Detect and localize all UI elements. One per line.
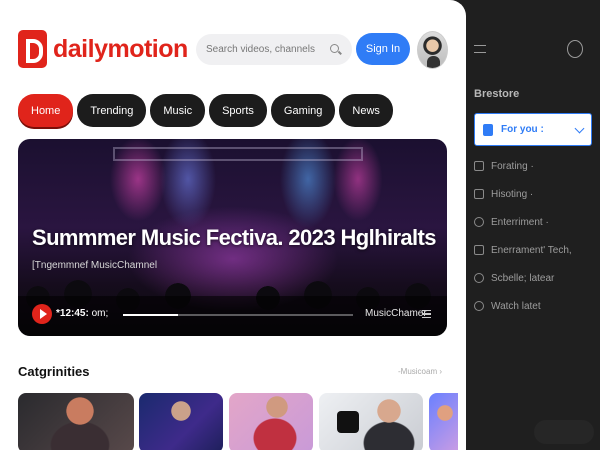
dailymotion-logo[interactable]: dailymotion bbox=[18, 30, 188, 68]
sidebar-floating-button[interactable] bbox=[534, 420, 594, 444]
category-thumbnail[interactable] bbox=[18, 393, 134, 450]
theme-toggle-icon[interactable] bbox=[567, 40, 583, 58]
sidebar-item-label: Enterriment · bbox=[491, 216, 549, 228]
categories-see-more-link[interactable]: -Musicoam › bbox=[398, 367, 442, 376]
sidebar-item-watch-later[interactable]: Watch latet bbox=[474, 292, 594, 320]
trending-icon bbox=[474, 161, 484, 171]
chevron-down-icon[interactable] bbox=[574, 123, 585, 134]
sidebar-item-trending[interactable]: Forating · bbox=[474, 152, 594, 180]
featured-video-channel[interactable]: [Tngemmnef MusicChamnel bbox=[32, 260, 157, 271]
more-menu-icon[interactable] bbox=[422, 310, 431, 318]
progress-fill bbox=[123, 314, 179, 316]
tab-trending[interactable]: Trending bbox=[77, 94, 147, 127]
sidebar-item-label: Forating · bbox=[491, 160, 534, 172]
main-panel: dailymotion Sign In Home Trending Music … bbox=[0, 0, 466, 450]
sidebar-item-label: Scbelle; latear bbox=[491, 272, 555, 284]
player-controls: *12:45: om; MusicChamer bbox=[18, 296, 447, 336]
tab-sports[interactable]: Sports bbox=[209, 94, 267, 127]
search-bar[interactable] bbox=[196, 34, 352, 65]
entertainment-icon bbox=[474, 217, 484, 227]
tab-music[interactable]: Music bbox=[150, 94, 206, 127]
sidebar-heading: Brestore bbox=[474, 88, 520, 100]
sidebar-item-tech[interactable]: Enerrament' Tech, bbox=[474, 236, 594, 264]
category-thumbnail[interactable] bbox=[139, 393, 223, 450]
tab-home[interactable]: Home bbox=[18, 94, 74, 127]
sidebar-nav: Forating · Hisoting · Enterriment · Ener… bbox=[474, 152, 594, 320]
featured-video[interactable]: Summmer Music Fectiva. 2023 Hglhiralts [… bbox=[18, 139, 447, 336]
category-thumbnail[interactable] bbox=[319, 393, 423, 450]
search-input[interactable] bbox=[206, 44, 326, 55]
category-thumbnail[interactable] bbox=[229, 393, 313, 450]
time-suffix: om; bbox=[91, 308, 109, 319]
sign-in-button[interactable]: Sign In bbox=[356, 33, 410, 65]
categories-heading: Catgrinities bbox=[18, 364, 90, 379]
schedule-icon bbox=[474, 273, 484, 283]
featured-video-title[interactable]: Summmer Music Fectiva. 2023 Hglhiralts bbox=[32, 225, 437, 251]
sidebar-item-label: Watch latet bbox=[491, 300, 541, 312]
hamburger-menu-icon[interactable] bbox=[474, 45, 486, 53]
app: dailymotion Sign In Home Trending Music … bbox=[0, 0, 600, 450]
watch-later-icon bbox=[474, 301, 484, 311]
history-icon bbox=[474, 189, 484, 199]
search-icon[interactable] bbox=[330, 43, 342, 56]
tech-icon bbox=[474, 245, 484, 255]
sidebar-item-label: Enerrament' Tech, bbox=[491, 244, 572, 256]
logo-text: dailymotion bbox=[53, 34, 188, 63]
feed-selector-label: For you : bbox=[501, 124, 544, 135]
logo-mark-icon bbox=[18, 30, 47, 68]
feed-selector[interactable]: For you : bbox=[474, 113, 592, 146]
stage-truss bbox=[113, 147, 363, 161]
category-thumbnails bbox=[18, 393, 458, 450]
for-you-icon bbox=[483, 123, 493, 136]
sidebar-item-history[interactable]: Hisoting · bbox=[474, 180, 594, 208]
category-thumbnail[interactable] bbox=[429, 393, 458, 450]
tab-gaming[interactable]: Gaming bbox=[270, 94, 336, 127]
player-channel-name[interactable]: MusicChamer bbox=[365, 308, 427, 319]
avatar[interactable] bbox=[417, 31, 448, 69]
sidebar-item-entertainment[interactable]: Enterriment · bbox=[474, 208, 594, 236]
sidebar-item-label: Hisoting · bbox=[491, 188, 534, 200]
time-value: *12:45: bbox=[56, 308, 89, 319]
progress-bar[interactable] bbox=[123, 314, 353, 316]
channel-logo-icon bbox=[337, 411, 359, 433]
sidebar-item-schedule[interactable]: Scbelle; latear bbox=[474, 264, 594, 292]
play-button[interactable] bbox=[32, 304, 52, 324]
sidebar: Brestore For you : Forating · Hisoting ·… bbox=[466, 0, 600, 450]
time-display: *12:45: om; bbox=[56, 308, 108, 319]
category-tabs: Home Trending Music Sports Gaming News bbox=[18, 94, 393, 127]
tab-news[interactable]: News bbox=[339, 94, 393, 127]
